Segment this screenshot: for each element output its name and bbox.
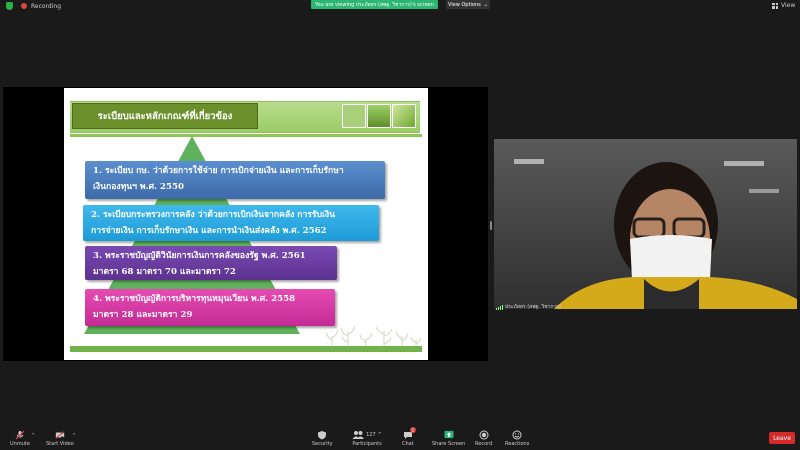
reactions-label: Reactions: [505, 441, 530, 447]
unmute-options-caret-icon[interactable]: ^: [31, 433, 35, 439]
participants-button[interactable]: 127 ^ Participants: [352, 430, 382, 447]
unmute-button[interactable]: Unmute: [10, 430, 30, 447]
view-options-label: View Options: [448, 1, 481, 8]
chat-bubble-icon: 1: [403, 427, 416, 439]
splitter-handle[interactable]: [490, 221, 492, 230]
reactions-button[interactable]: Reactions: [505, 430, 529, 447]
smiley-icon: [512, 430, 522, 439]
chat-button[interactable]: 1 Chat: [402, 427, 416, 447]
record-label: Record: [475, 441, 493, 447]
slide-thumbnail-2: [367, 104, 391, 128]
slide-thumbnail-1: [342, 104, 366, 128]
shield-icon: [317, 430, 327, 439]
shield-icon: [6, 2, 13, 10]
chat-label: Chat: [402, 441, 414, 447]
slide-divider-bottom: [70, 346, 422, 352]
video-off-icon: [55, 430, 65, 439]
slide-item-2: 2. ระเบียบกระทรวงการคลัง ว่าด้วยการเบิกเ…: [83, 205, 379, 241]
participant-name-text: ประภัสสร (สพฐ. วิชาการ): [505, 304, 561, 310]
slide-item-3: 3. พระราชบัญญัติวินัยการเงินการคลังของรั…: [85, 246, 337, 280]
view-options-button[interactable]: View Options ⌄: [446, 0, 490, 9]
slide-title: ระเบียบและหลักเกณฑ์ที่เกี่ยวข้อง: [72, 103, 258, 129]
participants-icon-group: 127 ^: [352, 430, 382, 439]
participants-caret-icon[interactable]: ^: [378, 432, 382, 438]
slide-item-2-line2: การจ่ายเงิน การเก็บรักษาเงิน และการนำเงิ…: [91, 226, 327, 236]
viewing-banner-text: You are viewing ประภัสสร (สพฐ. วิชาการ)'…: [315, 1, 434, 8]
slide-item-3-line2: มาตรา 68 มาตรา 70 และมาตรา 72: [93, 267, 236, 277]
microphone-muted-icon: [15, 430, 25, 439]
share-screen-label: Share Screen: [432, 441, 466, 447]
participants-count: 127: [366, 431, 376, 438]
recording-label: Recording: [31, 2, 62, 10]
chevron-down-icon: ⌄: [483, 1, 488, 8]
leave-label: Leave: [773, 434, 791, 442]
leave-button[interactable]: Leave: [769, 432, 795, 444]
security-button[interactable]: Security: [312, 430, 333, 447]
participant-video[interactable]: [494, 139, 797, 309]
slide-item-1-line1: 1. ระเบียบ กษ. ว่าด้วยการใช้จ่าย การเบิก…: [93, 166, 344, 176]
share-screen-button[interactable]: Share Screen: [432, 430, 465, 447]
share-screen-icon: [444, 430, 454, 439]
chat-badge: 1: [409, 427, 416, 433]
signal-bars-icon: [496, 304, 503, 310]
grid-icon: [772, 2, 778, 9]
view-label: View: [781, 2, 796, 9]
start-video-label: Start Video: [46, 441, 74, 447]
slide-thumbnail-3: [392, 104, 416, 128]
meeting-toolbar: [0, 425, 800, 450]
people-icon: [352, 430, 365, 439]
slide-item-2-line1: 2. ระเบียบกระทรวงการคลัง ว่าด้วยการเบิกเ…: [91, 210, 335, 220]
viewing-banner: You are viewing ประภัสสร (สพฐ. วิชาการ)'…: [311, 0, 438, 9]
security-label: Security: [312, 441, 333, 447]
slide-item-3-line1: 3. พระราชบัญญัติวินัยการเงินการคลังของรั…: [93, 251, 306, 261]
view-button[interactable]: View: [772, 2, 795, 9]
video-options-caret-icon[interactable]: ^: [72, 433, 76, 439]
record-button[interactable]: Record: [475, 430, 492, 447]
slide-item-1-line2: เงินกองทุนฯ พ.ศ. 2550: [93, 182, 184, 192]
unmute-label: Unmute: [10, 441, 30, 447]
record-dot-icon: [21, 3, 27, 9]
slide-item-4-line2: มาตรา 28 และมาตรา 29: [93, 310, 193, 320]
slide-item-4: 4. พระราชบัญญัติการบริหารทุนหมุนเวียน พ.…: [85, 289, 335, 326]
slide-item-4-line1: 4. พระราชบัญญัติการบริหารทุนหมุนเวียน พ.…: [93, 294, 296, 304]
slide-item-1: 1. ระเบียบ กษ. ว่าด้วยการใช้จ่าย การเบิก…: [85, 161, 385, 199]
participants-label: Participants: [352, 441, 382, 447]
participant-name-label: ประภัสสร (สพฐ. วิชาการ): [496, 303, 561, 311]
slide-title-text: ระเบียบและหลักเกณฑ์ที่เกี่ยวข้อง: [97, 110, 233, 122]
presentation-slide: ระเบียบและหลักเกณฑ์ที่เกี่ยวข้อง 1. ระเบ…: [64, 88, 428, 360]
start-video-button[interactable]: Start Video: [46, 430, 74, 447]
record-icon: [479, 430, 489, 439]
participant-video-image: [494, 139, 797, 309]
recording-indicator[interactable]: Recording: [6, 2, 61, 10]
